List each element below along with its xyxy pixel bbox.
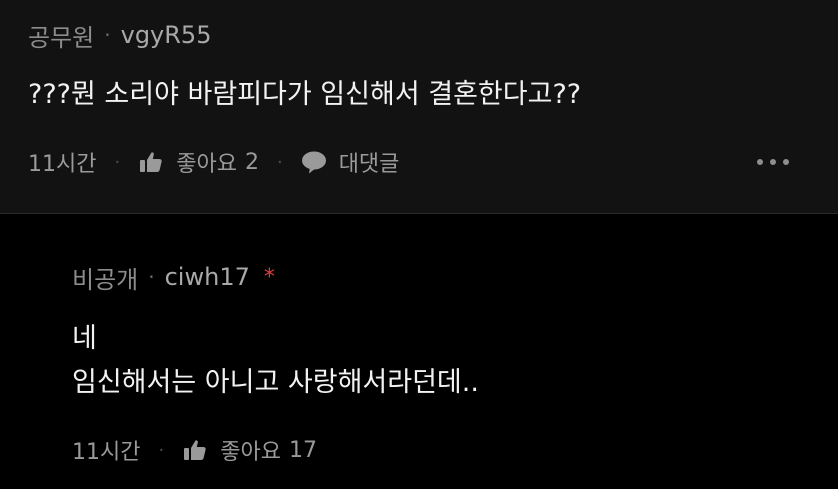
author-marker: *: [263, 264, 275, 290]
more-horizontal-icon-dot: [769, 159, 776, 165]
reply-meta: 비공개 · ciwh17 *: [72, 260, 275, 294]
reply-author[interactable]: ciwh17: [165, 263, 250, 291]
action-separator: ·: [276, 151, 283, 173]
comment-item: 공무원 · vgyR55 ???뭔 소리야 바람피다가 임신해서 결혼한다고??…: [0, 0, 838, 214]
reply-text-line-2: 임신해서는 아니고 사랑해서라던데..: [72, 367, 479, 398]
action-separator: ·: [114, 151, 121, 173]
reply-text-line-1: 네: [72, 323, 97, 354]
thumbs-up-icon: [138, 149, 164, 175]
thumbs-up-icon: [182, 437, 208, 463]
more-horizontal-icon-dot: [782, 159, 789, 165]
like-count: 2: [244, 149, 259, 175]
more-options-button[interactable]: [753, 152, 792, 172]
reply-item: 비공개 · ciwh17 * 네 임신해서는 아니고 사랑해서라던데.. 11시…: [0, 214, 838, 489]
speech-bubble-icon: [301, 149, 327, 175]
like-label: 좋아요: [176, 152, 237, 177]
meta-separator: ·: [148, 265, 155, 289]
like-count: 17: [288, 437, 317, 463]
action-separator: ·: [158, 439, 165, 461]
reply-time: 11시간: [72, 440, 141, 465]
comment-actions: 11시간 · 좋아요 2 · 대댓글: [28, 146, 399, 178]
meta-separator: ·: [104, 23, 111, 47]
reply-label: 대댓글: [338, 152, 400, 177]
like-button[interactable]: 좋아요 2: [138, 146, 259, 178]
comment-text: ???뭔 소리야 바람피다가 임신해서 결혼한다고??: [28, 79, 582, 110]
comment-time: 11시간: [28, 152, 97, 177]
reply-button[interactable]: 대댓글: [301, 146, 400, 178]
reply-actions: 11시간 · 좋아요 17: [72, 434, 317, 466]
reply-category: 비공개: [72, 265, 139, 294]
like-button[interactable]: 좋아요 17: [182, 434, 317, 466]
like-label: 좋아요: [220, 440, 281, 465]
comment-author[interactable]: vgyR55: [121, 21, 212, 49]
comment-category: 공무원: [28, 23, 95, 52]
more-horizontal-icon: [756, 159, 763, 165]
comment-meta: 공무원 · vgyR55: [28, 18, 211, 52]
